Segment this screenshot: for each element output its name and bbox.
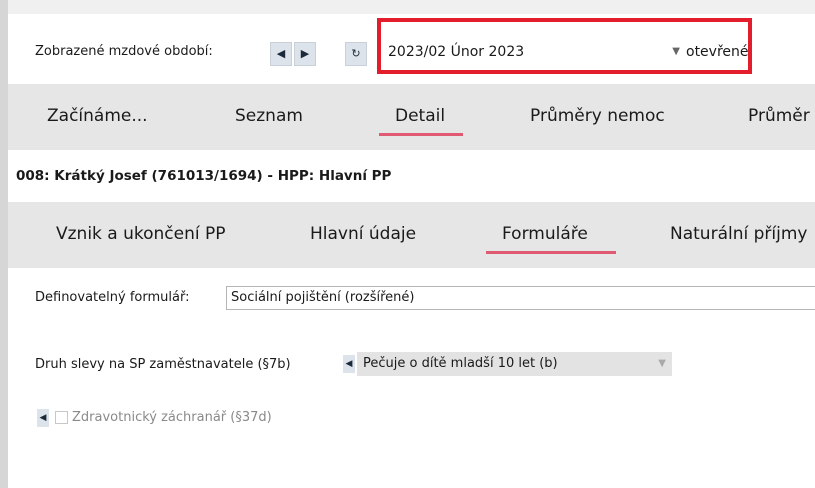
refresh-icon: ↻ bbox=[351, 47, 361, 60]
payroll-window: Zobrazené mzdové období: ◀ ▶ ↻ 2023/02 Ú… bbox=[0, 0, 815, 488]
discount-arrow-button[interactable]: ◀ bbox=[343, 355, 355, 373]
chevron-left-icon: ◀ bbox=[345, 359, 353, 369]
left-border bbox=[0, 0, 8, 488]
chevron-left-icon: ◀ bbox=[39, 413, 47, 423]
discount-label: Druh slevy na SP zaměstnavatele (§7b) bbox=[35, 357, 291, 372]
rescuer-label: Zdravotnický záchranář (§37d) bbox=[72, 410, 272, 425]
period-label: Zobrazené mzdové období: bbox=[35, 44, 213, 59]
chevron-left-icon: ◀ bbox=[276, 47, 286, 60]
previous-period-button[interactable]: ◀ bbox=[270, 42, 292, 66]
active-tab-indicator bbox=[379, 133, 463, 136]
next-period-button[interactable]: ▶ bbox=[294, 42, 316, 66]
tab-main-data[interactable]: Hlavní údaje bbox=[310, 224, 416, 244]
employee-title: 008: Krátký Josef (761013/1694) - HPP: H… bbox=[16, 168, 392, 184]
tab-getting-started[interactable]: Začínáme... bbox=[47, 106, 148, 126]
tab-sickness-averages[interactable]: Průměry nemoc bbox=[530, 106, 665, 126]
refresh-button[interactable]: ↻ bbox=[345, 42, 367, 66]
definable-form-label: Definovatelný formulář: bbox=[35, 290, 190, 305]
discount-value: Pečuje o dítě mladší 10 let (b) bbox=[363, 356, 558, 371]
rescuer-checkbox[interactable] bbox=[55, 411, 68, 424]
definable-form-field[interactable]: Sociální pojištění (rozšířené) bbox=[226, 286, 815, 310]
chevron-down-icon: ▼ bbox=[658, 358, 666, 369]
discount-select[interactable]: Pečuje o dítě mladší 10 let (b) ▼ bbox=[357, 352, 672, 376]
tab-forms[interactable]: Formuláře bbox=[502, 224, 588, 244]
highlight-annotation bbox=[377, 18, 752, 74]
form-panel: Definovatelný formulář: Sociální pojiště… bbox=[8, 268, 815, 488]
tab-detail[interactable]: Detail bbox=[395, 106, 445, 126]
tab-averages[interactable]: Průměr bbox=[748, 106, 810, 126]
active-subtab-indicator bbox=[486, 251, 616, 254]
tab-list[interactable]: Seznam bbox=[235, 106, 303, 126]
tab-benefits-in-kind[interactable]: Naturální příjmy bbox=[670, 224, 807, 244]
tab-employment-start-end[interactable]: Vznik a ukončení PP bbox=[56, 224, 226, 244]
employee-header: 008: Krátký Josef (761013/1694) - HPP: H… bbox=[8, 150, 815, 202]
main-tab-bar: Začínáme... Seznam Detail Průměry nemoc … bbox=[8, 84, 815, 150]
chevron-right-icon: ▶ bbox=[300, 47, 310, 60]
rescuer-arrow-button[interactable]: ◀ bbox=[37, 409, 49, 427]
sub-tab-bar: Vznik a ukončení PP Hlavní údaje Formulá… bbox=[8, 202, 815, 268]
